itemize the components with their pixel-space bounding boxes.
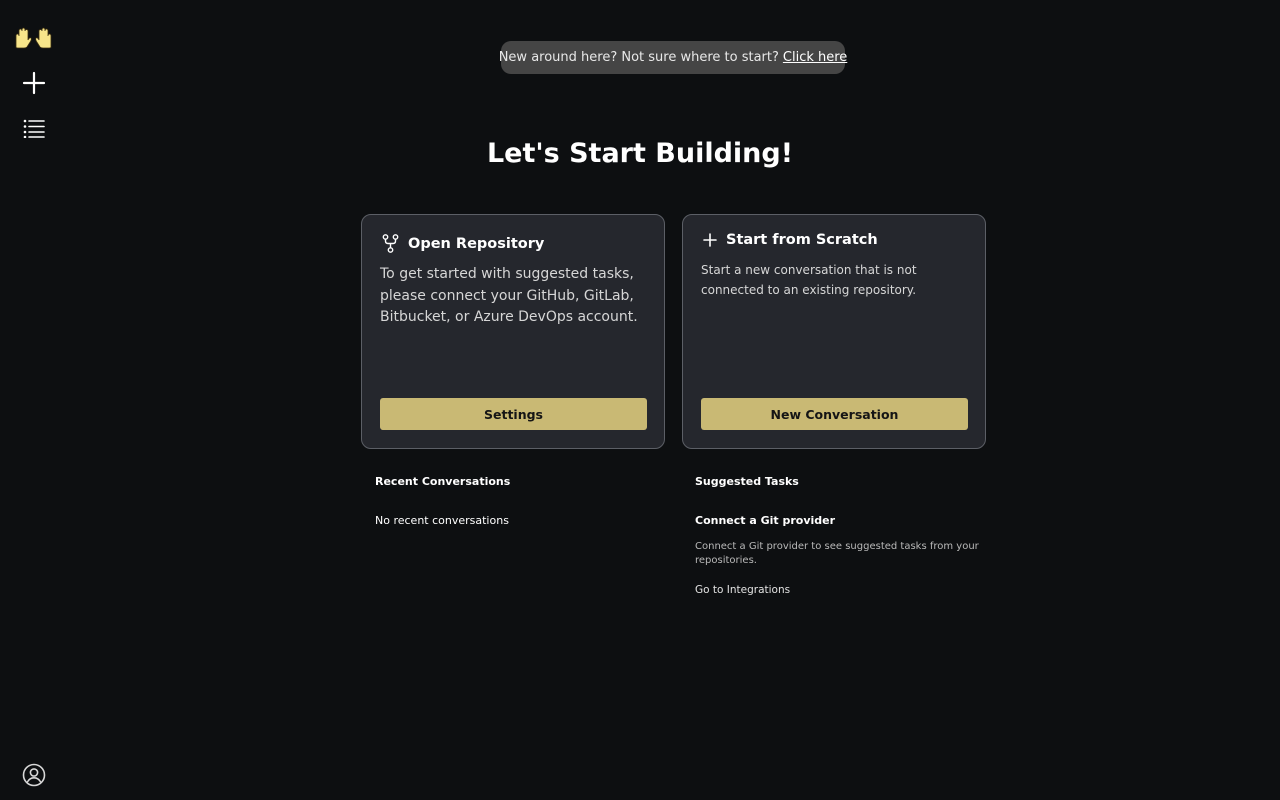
user-account-button[interactable] — [20, 761, 48, 789]
start-from-scratch-card: Start from Scratch Start a new conversat… — [682, 214, 986, 449]
right-hand-icon — [35, 27, 52, 49]
start-from-scratch-description: Start a new conversation that is not con… — [701, 263, 917, 297]
sidebar — [0, 0, 68, 800]
go-to-integrations-link[interactable]: Go to Integrations — [695, 584, 790, 596]
recent-conversations-title: Recent Conversations — [375, 475, 511, 488]
banner-click-here-link[interactable]: Click here — [783, 50, 847, 65]
connect-git-provider-title: Connect a Git provider — [695, 514, 836, 527]
open-repository-card: Open Repository To get started with sugg… — [361, 214, 665, 449]
start-from-scratch-header: Start from Scratch — [703, 232, 878, 248]
no-recent-conversations-text: No recent conversations — [375, 514, 509, 527]
new-conversation-sidebar-button[interactable] — [20, 69, 48, 97]
open-repository-header: Open Repository — [382, 234, 544, 253]
user-circle-icon — [22, 763, 46, 787]
plus-icon — [703, 233, 717, 247]
left-hand-icon — [15, 27, 32, 49]
connect-git-provider-description: Connect a Git provider to see suggested … — [695, 541, 979, 566]
open-repository-title: Open Repository — [408, 235, 545, 252]
page-title: Let's Start Building! — [486, 138, 794, 169]
list-icon — [23, 119, 45, 138]
start-from-scratch-title: Start from Scratch — [726, 232, 878, 248]
raised-hands-icon[interactable] — [13, 27, 55, 51]
suggested-tasks-title: Suggested Tasks — [695, 475, 799, 488]
onboarding-banner: New around here? Not sure where to start… — [498, 41, 847, 74]
plus-icon — [22, 71, 46, 95]
banner-text: New around here? Not sure where to start… — [498, 50, 779, 65]
new-conversation-button[interactable]: New Conversation — [701, 398, 968, 430]
git-fork-icon — [382, 234, 399, 253]
settings-button[interactable]: Settings — [380, 398, 647, 430]
open-repository-description: To get started with suggested tasks, ple… — [380, 266, 638, 325]
